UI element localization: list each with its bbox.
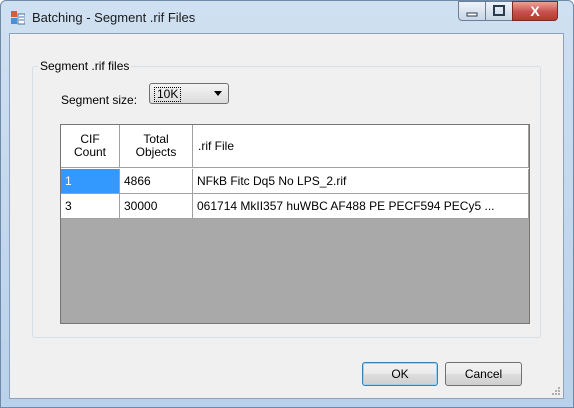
- maximize-button[interactable]: [485, 1, 513, 21]
- total-objects-cell[interactable]: 4866: [120, 169, 193, 194]
- segment-size-value: 10K: [154, 87, 182, 102]
- table-header: CIF Count Total Objects .rif File: [61, 125, 529, 169]
- table-row[interactable]: 1 4866 NFkB Fitc Dq5 No LPS_2.rif: [61, 169, 529, 194]
- column-header-rif-file[interactable]: .rif File: [193, 125, 529, 168]
- maximize-icon: [493, 5, 505, 16]
- chevron-down-icon: [214, 91, 222, 96]
- column-header-cif-count[interactable]: CIF Count: [61, 125, 120, 168]
- dialog-window: Batching - Segment .rif Files X Segment …: [0, 0, 574, 408]
- column-header-total-objects[interactable]: Total Objects: [120, 125, 193, 168]
- segment-size-select[interactable]: 10K: [149, 83, 229, 104]
- close-button[interactable]: X: [512, 1, 558, 21]
- dialog-client-area: Segment .rif files Segment size: 10K CIF…: [9, 33, 564, 399]
- segment-size-label: Segment size:: [61, 93, 138, 107]
- rif-file-cell[interactable]: 061714 MkII357 huWBC AF488 PE PECF594 PE…: [193, 194, 529, 219]
- title-bar[interactable]: Batching - Segment .rif Files X: [1, 1, 573, 35]
- group-label: Segment .rif files: [38, 59, 132, 73]
- ok-button[interactable]: OK: [362, 362, 438, 386]
- close-icon: X: [530, 3, 540, 19]
- batch-window-icon: [11, 11, 25, 25]
- cif-count-cell[interactable]: 3: [61, 194, 120, 219]
- cif-count-cell[interactable]: 1: [61, 169, 120, 194]
- minimize-button[interactable]: [458, 1, 486, 21]
- minimize-icon: [466, 12, 478, 17]
- table-row[interactable]: 3 30000 061714 MkII357 huWBC AF488 PE PE…: [61, 194, 529, 219]
- total-objects-cell[interactable]: 30000: [120, 194, 193, 219]
- rif-files-table[interactable]: CIF Count Total Objects .rif File 1 4866…: [60, 124, 530, 324]
- rif-file-cell[interactable]: NFkB Fitc Dq5 No LPS_2.rif: [193, 169, 529, 194]
- window-title: Batching - Segment .rif Files: [32, 10, 196, 25]
- resize-grip-icon[interactable]: [551, 386, 561, 396]
- cancel-button[interactable]: Cancel: [445, 362, 522, 386]
